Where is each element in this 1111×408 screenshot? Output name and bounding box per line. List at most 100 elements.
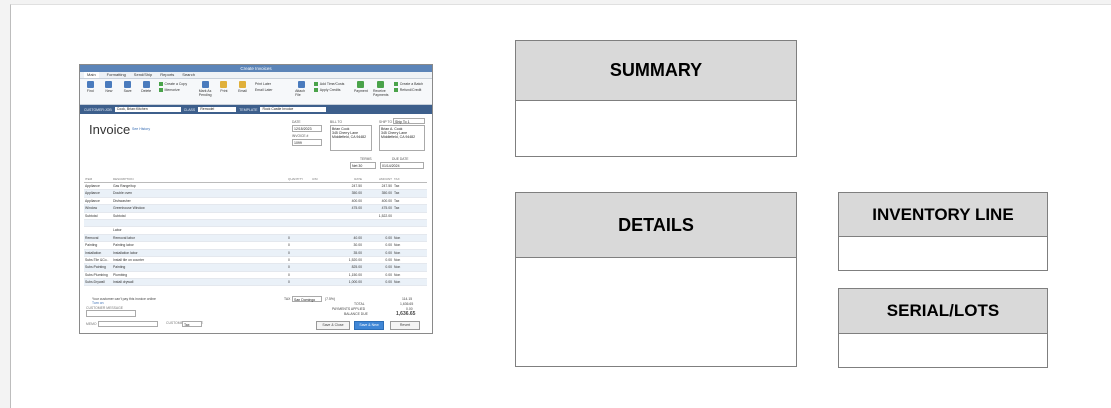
- payment-button[interactable]: Payment: [354, 81, 368, 93]
- invoice-number-field[interactable]: 1099: [292, 139, 322, 146]
- customer-job-select[interactable]: Cook, Brian:Kitchen: [114, 107, 181, 112]
- total-label: TOTAL: [354, 302, 365, 306]
- save-icon: [124, 81, 132, 88]
- tab-search[interactable]: Search: [182, 72, 195, 78]
- customer-bar: CUSTOMER:JOB Cook, Brian:Kitchen CLASS R…: [80, 105, 432, 114]
- refund-icon: [393, 88, 398, 93]
- template-select[interactable]: Rock Castle Invoice: [260, 107, 327, 112]
- details-box: DETAILS: [515, 192, 797, 367]
- table-cell: 1,150.00: [348, 272, 362, 277]
- table-row[interactable]: Window Greenhouse Window 475.00 475.00 Tax: [84, 205, 427, 213]
- table-cell: 400.00: [381, 198, 392, 203]
- tab-send-ship[interactable]: Send/Ship: [134, 72, 152, 78]
- table-cell: 0: [288, 280, 290, 285]
- inventory-line-box: INVENTORY LINE: [838, 192, 1048, 271]
- class-select[interactable]: Remodel: [198, 107, 237, 112]
- save-button[interactable]: Save: [121, 81, 134, 93]
- table-row[interactable]: Removal Removal labor 0 40.00 0.00 Non: [84, 234, 427, 243]
- save-new-button[interactable]: Save & New: [354, 321, 384, 330]
- table-cell: 350.00: [381, 191, 392, 196]
- table-cell: [392, 227, 410, 233]
- mark-pending-button[interactable]: Mark As Pending: [199, 81, 212, 97]
- new-button[interactable]: New: [103, 81, 116, 93]
- date-field[interactable]: 12/15/2023: [292, 125, 322, 132]
- table-row[interactable]: Subtotal Subtotal 1,522.00: [84, 213, 427, 220]
- bill-to-field[interactable]: Brian Cook 345 Cherry Lane Middlefield, CA…: [330, 125, 372, 151]
- table-cell: 400.00: [351, 198, 362, 203]
- table-cell: 0: [288, 265, 290, 270]
- invoice-screenshot: Create Invoices Main Formatting Send/Shi…: [79, 64, 433, 334]
- table-row[interactable]: Appliance Double oven 350.00 350.00 Tax: [84, 190, 427, 198]
- table-cell: 0.00: [385, 235, 392, 240]
- table-row[interactable]: Appliance Dishwasher 400.00 400.00 Tax: [84, 198, 427, 206]
- table-cell: [288, 213, 312, 219]
- table-cell: 475.00: [381, 206, 392, 211]
- tax-select[interactable]: San Domingo: [292, 296, 322, 302]
- table-cell: [332, 227, 362, 233]
- terms-label: TERMS: [360, 157, 372, 161]
- memo-field[interactable]: [98, 321, 158, 327]
- table-cell: [312, 198, 332, 204]
- table-cell: Install drywall: [113, 280, 134, 285]
- customer-tax-select[interactable]: Tax: [182, 321, 202, 327]
- ship-to-select[interactable]: Ship To 1: [393, 118, 425, 124]
- tab-main[interactable]: Main: [84, 72, 99, 78]
- attach-file-button[interactable]: Attach File: [295, 81, 308, 97]
- memorize-button[interactable]: Memorize: [158, 87, 193, 93]
- inventory-line-box-header: INVENTORY LINE: [839, 193, 1047, 237]
- invoice-number-label: INVOICE #: [292, 134, 309, 138]
- table-cell: Labor: [113, 228, 122, 233]
- table-cell: 0: [288, 243, 290, 248]
- table-cell: Non: [394, 265, 401, 270]
- table-row[interactable]: Painting Painting labor 0 30.00 0.00 Non: [84, 242, 427, 250]
- table-row[interactable]: Subs:Painting Painting 0 825.00 0.00 Non: [84, 264, 427, 272]
- terms-select[interactable]: Net 30: [350, 162, 376, 169]
- window-title: Create Invoices: [80, 65, 432, 72]
- table-cell: Subtotal: [85, 213, 98, 218]
- tab-formatting[interactable]: Formatting: [107, 72, 126, 78]
- table-cell: Tax: [394, 191, 400, 196]
- due-date-label: DUE DATE: [392, 157, 409, 161]
- table-cell: [288, 183, 312, 189]
- table-cell: [113, 220, 288, 226]
- receive-payments-button[interactable]: Receive Payments: [373, 81, 389, 97]
- table-row[interactable]: Installation Installation labor 0 35.00 0.00…: [84, 249, 427, 257]
- table-cell: 1,520.00: [348, 257, 362, 262]
- table-row[interactable]: Appliance Gas Range/top 247.50 247.50 Tax: [84, 183, 427, 191]
- table-cell: [362, 227, 392, 233]
- revert-button[interactable]: Revert: [390, 321, 420, 330]
- table-cell: 35.00: [353, 250, 363, 255]
- printer-icon: [220, 81, 228, 88]
- email-later-checkbox[interactable]: Email Later: [255, 87, 289, 93]
- table-cell: Non: [394, 235, 401, 240]
- delete-button[interactable]: Delete: [140, 81, 153, 93]
- table-cell: 825.00: [351, 265, 362, 270]
- table-cell: Non: [394, 243, 401, 248]
- table-row[interactable]: Subs:Plumbing Plumbing 0 1,150.00 0.00 Non: [84, 272, 427, 280]
- table-row[interactable]: Subs:Tile &Co.. Install tile on counter 0 1…: [84, 257, 427, 265]
- refund-credit-button[interactable]: Refund/Credit: [393, 87, 428, 93]
- table-cell: [312, 257, 332, 263]
- see-history-link[interactable]: See History: [132, 127, 150, 131]
- save-close-button[interactable]: Save & Close: [316, 321, 350, 330]
- table-cell: [362, 220, 392, 226]
- ship-to-field[interactable]: Brian A. Cook 345 Cherry Lane Middlefield,…: [379, 125, 425, 151]
- find-button[interactable]: Find: [84, 81, 97, 93]
- paperclip-icon: [297, 81, 305, 88]
- table-cell: Tax: [394, 184, 400, 188]
- new-icon: [105, 81, 113, 88]
- table-row[interactable]: Subs:Drywall Install drywall 0 1,000.00 0.00…: [84, 279, 427, 287]
- due-date-field[interactable]: 01/14/2024: [380, 162, 424, 169]
- table-row[interactable]: Labor: [84, 227, 427, 235]
- table-cell: Painting: [85, 243, 98, 248]
- memo-label: MEMO: [86, 322, 97, 326]
- print-button[interactable]: Print: [218, 81, 231, 93]
- balance-due-label: BALANCE DUE: [344, 312, 368, 316]
- tab-reports[interactable]: Reports: [160, 72, 174, 78]
- turn-on-link[interactable]: Turn on: [92, 301, 104, 305]
- table-cell: Greenhouse Window: [113, 206, 145, 211]
- customer-message-field[interactable]: [86, 310, 136, 317]
- apply-credits-button[interactable]: Apply Credits: [313, 87, 348, 93]
- table-row[interactable]: [84, 219, 427, 228]
- email-button[interactable]: Email: [236, 81, 249, 93]
